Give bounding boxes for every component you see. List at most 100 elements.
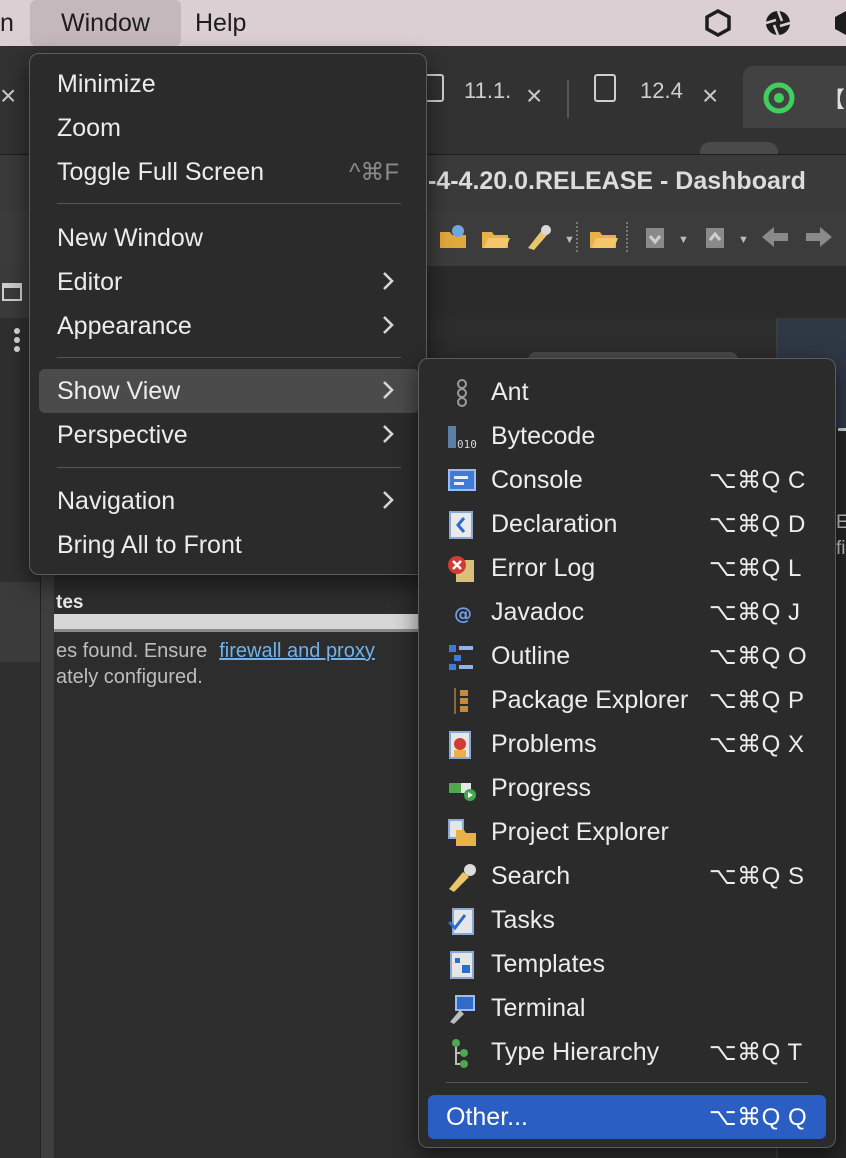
back-arrow-icon[interactable] — [760, 224, 790, 250]
view-item-tasks[interactable]: Tasks — [428, 898, 826, 942]
view-item-error-log[interactable]: Error Log ⌥⌘Q L — [428, 546, 826, 590]
section-bar — [54, 614, 418, 632]
view-item-project-explorer[interactable]: Project Explorer — [428, 810, 826, 854]
menu-item-appearance[interactable]: Appearance — [39, 304, 419, 348]
tab-close-icon[interactable]: × — [702, 80, 718, 112]
view-item-problems[interactable]: Problems ⌥⌘Q X — [428, 722, 826, 766]
type-hierarchy-icon — [452, 1039, 468, 1068]
firewall-proxy-link[interactable]: firewall and proxy — [219, 640, 375, 662]
previous-annotation-icon[interactable] — [700, 224, 730, 250]
updates-heading: tes — [56, 592, 84, 613]
menu-item-perspective[interactable]: Perspective — [39, 413, 419, 457]
menu-item-label: Minimize — [57, 70, 156, 98]
menu-bar-item-partial[interactable]: n — [0, 0, 14, 46]
menu-item-label: Zoom — [57, 114, 121, 142]
view-item-shortcut: ⌥⌘Q S — [709, 863, 805, 890]
view-item-label: Javadoc — [491, 598, 585, 626]
menu-item-toggle-full-screen[interactable]: Toggle Full Screen ^⌘F — [39, 150, 419, 194]
menu-item-navigation[interactable]: Navigation — [39, 479, 419, 523]
view-item-console[interactable]: Console ⌥⌘Q C — [428, 458, 826, 502]
view-item-terminal[interactable]: Terminal — [428, 986, 826, 1030]
chevron-right-icon — [383, 272, 394, 290]
open-project-icon[interactable] — [438, 224, 468, 250]
maximize-icon[interactable] — [2, 283, 22, 301]
declaration-icon — [449, 511, 473, 539]
menu-item-label: Editor — [57, 268, 123, 296]
right-panel-line — [838, 428, 846, 431]
view-item-label: Project Explorer — [491, 818, 669, 846]
menu-bar-item-help[interactable]: Help — [195, 0, 246, 46]
view-item-shortcut: ⌥⌘Q Q — [709, 1104, 808, 1131]
search-icon[interactable] — [524, 224, 554, 250]
menu-item-minimize[interactable]: Minimize — [39, 62, 419, 106]
window-title: -4-4.20.0.RELEASE - Dashboard — [428, 167, 806, 195]
tab-file-1[interactable]: 11.1. × — [420, 66, 560, 126]
chevron-right-icon — [383, 491, 394, 509]
chevron-down-icon[interactable]: ▼ — [564, 234, 575, 246]
view-item-search[interactable]: Search ⌥⌘Q S — [428, 854, 826, 898]
view-item-label: Templates — [491, 950, 605, 978]
menu-separator — [57, 467, 401, 468]
view-item-bytecode[interactable]: 010 Bytecode — [428, 414, 826, 458]
message-text: es found. Ensure — [56, 640, 208, 662]
sidebar-row — [0, 582, 40, 662]
view-item-label: Bytecode — [491, 422, 596, 450]
view-item-type-hierarchy[interactable]: Type Hierarchy ⌥⌘Q T — [428, 1030, 826, 1074]
search-icon — [449, 864, 476, 892]
view-item-other[interactable]: Other... ⌥⌘Q Q — [428, 1095, 826, 1139]
menu-item-label: Show View — [57, 377, 181, 405]
menu-item-label: Perspective — [57, 421, 188, 449]
terminal-icon — [450, 995, 475, 1024]
tab-active[interactable]: 【i — [743, 66, 846, 128]
tab-partial[interactable]: × — [0, 66, 20, 126]
view-item-declaration[interactable]: Declaration ⌥⌘Q D — [428, 502, 826, 546]
javadoc-icon: @ — [454, 604, 472, 625]
tab-close-icon[interactable]: × — [0, 80, 16, 112]
view-item-shortcut: ⌥⌘Q O — [709, 643, 808, 670]
tab-file-2[interactable]: 12.4 × — [592, 66, 732, 126]
forward-arrow-icon[interactable] — [804, 224, 834, 250]
view-item-shortcut: ⌥⌘Q P — [709, 687, 805, 714]
tab-label: 12.4 — [640, 78, 683, 103]
view-item-progress[interactable]: Progress — [428, 766, 826, 810]
open-folder-icon[interactable] — [480, 224, 510, 250]
view-item-ant[interactable]: Ant — [428, 370, 826, 414]
hexagon-partial-icon[interactable] — [832, 9, 846, 37]
menu-bar-item-window[interactable]: Window — [30, 0, 181, 46]
chevron-down-icon[interactable]: ▼ — [678, 234, 689, 246]
toolbar-separator — [626, 222, 628, 252]
updates-message: es found. Ensure firewall and proxy — [56, 640, 375, 663]
view-item-label: Outline — [491, 642, 571, 670]
menu-item-label: New Window — [57, 224, 203, 252]
view-item-shortcut: ⌥⌘Q X — [709, 731, 805, 758]
view-item-templates[interactable]: Templates — [428, 942, 826, 986]
view-item-label: Search — [491, 862, 571, 890]
updates-message-line2: ately configured. — [56, 666, 203, 688]
right-panel-text: fi — [836, 538, 846, 559]
chevron-down-icon[interactable]: ▼ — [738, 234, 749, 246]
menu-item-show-view[interactable]: Show View — [39, 369, 419, 413]
menu-separator — [57, 203, 401, 204]
view-item-javadoc[interactable]: @ Javadoc ⌥⌘Q J — [428, 590, 826, 634]
chevron-right-icon — [383, 381, 394, 399]
svg-text:@: @ — [454, 604, 472, 625]
view-item-label: Progress — [491, 774, 592, 802]
menu-item-editor[interactable]: Editor — [39, 260, 419, 304]
more-vertical-icon[interactable] — [14, 328, 20, 355]
menu-item-zoom[interactable]: Zoom — [39, 106, 419, 150]
view-item-label: Terminal — [491, 994, 586, 1022]
next-annotation-icon[interactable] — [640, 224, 670, 250]
view-item-label: Tasks — [491, 906, 555, 934]
view-item-outline[interactable]: Outline ⌥⌘Q O — [428, 634, 826, 678]
open-type-icon[interactable] — [588, 224, 618, 250]
tab-close-icon[interactable]: × — [526, 80, 542, 112]
hexagon-icon[interactable] — [704, 9, 732, 37]
tab-label: 【i — [823, 87, 846, 112]
console-icon — [448, 469, 476, 491]
view-item-label: Problems — [491, 730, 597, 758]
view-item-package-explorer[interactable]: Package Explorer ⌥⌘Q P — [428, 678, 826, 722]
menu-item-bring-all-to-front[interactable]: Bring All to Front — [39, 523, 419, 567]
aperture-icon[interactable] — [764, 9, 792, 37]
right-panel-text: E — [836, 512, 846, 533]
menu-item-new-window[interactable]: New Window — [39, 216, 419, 260]
